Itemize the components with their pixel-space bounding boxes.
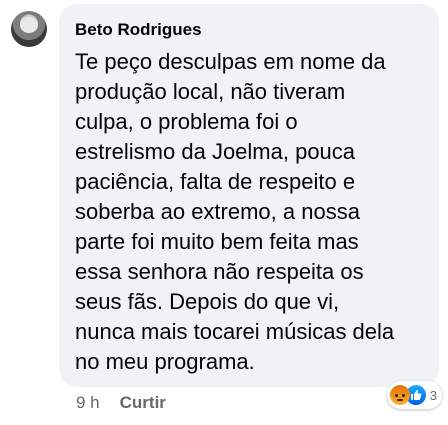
comment-author[interactable]: Beto Rodrigues [75,20,202,40]
reactions-summary[interactable]: 3 [386,381,442,409]
comment-text: Te peço desculpas em nome da produção lo… [75,49,395,374]
reaction-count: 3 [429,387,437,403]
comment: Beto Rodrigues Te peço desculpas em nome… [0,0,448,425]
comment-bubble: Beto Rodrigues Te peço desculpas em nome… [59,4,439,387]
comment-meta: 9 h Curtir [76,393,166,413]
angry-icon [389,385,410,405]
avatar[interactable] [11,11,47,47]
like-button[interactable]: Curtir [120,393,166,413]
comment-timestamp[interactable]: 9 h [76,393,100,413]
